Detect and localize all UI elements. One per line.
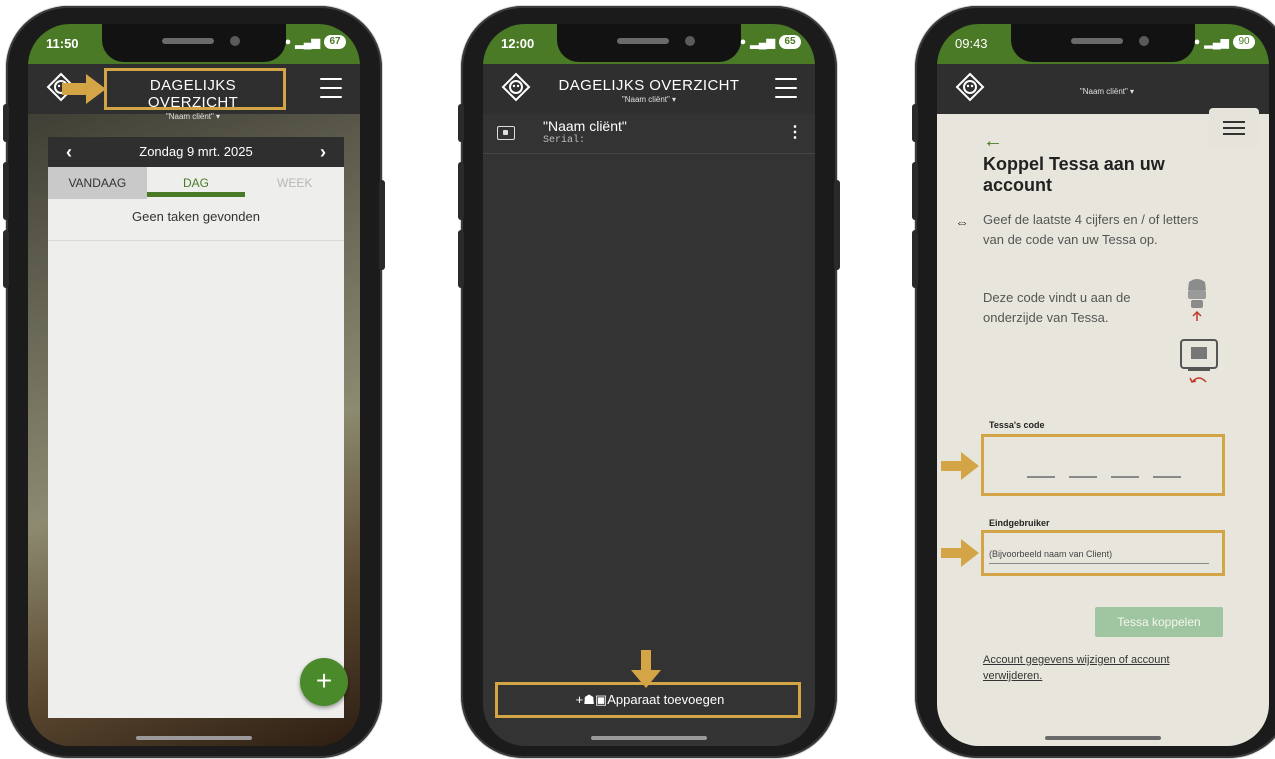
page-title: DAGELIJKS OVERZICHT <box>558 77 740 94</box>
tablet-device-icon <box>1180 339 1218 383</box>
task-card: ‹ Zondag 9 mrt. 2025 › VANDAAG DAG WEEK … <box>48 137 344 718</box>
arrow-right-icon <box>62 74 106 104</box>
date-navigator: ‹ Zondag 9 mrt. 2025 › <box>48 137 344 167</box>
date-label: Zondag 9 mrt. 2025 <box>139 144 253 159</box>
tessa-robot-icon <box>1188 279 1206 321</box>
notch <box>557 24 741 62</box>
arrow-right-icon <box>941 539 979 567</box>
home-indicator <box>591 736 707 740</box>
account-settings-link[interactable]: Account gegevens wijzigen of account ver… <box>983 652 1213 684</box>
signal-icon: ▂▄▆ <box>1204 36 1229 49</box>
add-task-button[interactable]: + <box>300 658 348 706</box>
tessa-logo-icon[interactable] <box>501 72 531 102</box>
more-options-icon[interactable]: ⋮ <box>787 122 803 142</box>
code-highlight <box>981 434 1225 496</box>
tab-dag[interactable]: DAG <box>146 167 246 199</box>
status-time: 12:00 <box>501 36 535 51</box>
chevron-right-icon[interactable]: › <box>320 137 326 167</box>
instruction-text: Geef de laatste 4 cijfers en / of letter… <box>983 212 1199 247</box>
home-indicator <box>1045 736 1161 740</box>
status-time: 11:50 <box>46 36 79 51</box>
phone-2: 12:00 ● ▂▄▆ 65 DAGELIJKS OVERZICHT "Naam… <box>458 6 840 758</box>
empty-message: Geen taken gevonden <box>48 199 344 241</box>
title-highlight <box>104 68 286 110</box>
phone-2-screen: 12:00 ● ▂▄▆ 65 DAGELIJKS OVERZICHT "Naam… <box>483 24 815 746</box>
arrow-right-icon <box>941 452 979 480</box>
status-icons: ● ▂▄▆ 67 <box>285 35 346 49</box>
battery-icon: 67 <box>324 35 346 49</box>
home-indicator <box>136 736 252 740</box>
client-selector[interactable]: "Naam cliënt" ▾ <box>1047 86 1167 96</box>
status-icons: ● ▂▄▆ 65 <box>740 35 801 49</box>
app-bar: DAGELIJKS OVERZICHT "Naam cliënt" ▾ <box>483 64 815 114</box>
status-time: 09:43 <box>955 36 988 51</box>
link-tessa-button[interactable]: Tessa koppelen <box>1095 607 1223 637</box>
tablet-icon <box>497 126 515 140</box>
battery-icon: 90 <box>1233 35 1255 49</box>
phone-3-screen: 09:43 ● ▂▄▆ 90 "Naam cliënt" ▾ ← Koppel … <box>937 24 1269 746</box>
device-list-item[interactable]: "Naam cliënt" Serial: ⋮ <box>483 114 815 154</box>
view-tabs: VANDAAG DAG WEEK <box>48 167 344 199</box>
code-label: Tessa's code <box>989 420 1045 430</box>
phone-1-screen: 11:50 ● ▂▄▆ 67 DAGELIJKS OVERZICHT "Naam… <box>28 24 360 746</box>
client-selector[interactable]: "Naam cliënt" ▾ <box>110 112 276 121</box>
device-name: "Naam cliënt" <box>543 118 627 134</box>
arrow-down-icon <box>631 650 661 688</box>
link-icon: ⇔ <box>955 214 969 230</box>
form-title: Koppel Tessa aan uw account <box>983 154 1165 195</box>
end-user-label: Eindgebruiker <box>989 518 1050 528</box>
code-location-text: Deze code vindt u aan de onderzijde van … <box>983 290 1131 325</box>
menu-icon[interactable] <box>775 78 797 98</box>
tessa-logo-icon[interactable] <box>955 72 985 102</box>
notch <box>102 24 286 62</box>
tab-vandaag[interactable]: VANDAAG <box>48 167 147 199</box>
battery-icon: 65 <box>779 35 801 49</box>
signal-icon: ▂▄▆ <box>750 36 775 49</box>
menu-icon[interactable] <box>1209 108 1259 148</box>
tutorial-stage: 11:50 ● ▂▄▆ 67 DAGELIJKS OVERZICHT "Naam… <box>0 0 1275 759</box>
chevron-left-icon[interactable]: ‹ <box>66 137 72 167</box>
phone-1: 11:50 ● ▂▄▆ 67 DAGELIJKS OVERZICHT "Naam… <box>3 6 385 758</box>
app-title[interactable]: DAGELIJKS OVERZICHT "Naam cliënt" ▾ <box>557 77 741 104</box>
phone-3: 09:43 ● ▂▄▆ 90 "Naam cliënt" ▾ ← Koppel … <box>912 6 1275 758</box>
status-icons: ● ▂▄▆ 90 <box>1194 35 1255 49</box>
device-serial: Serial: <box>543 135 586 146</box>
tab-week[interactable]: WEEK <box>245 167 344 199</box>
app-bar: "Naam cliënt" ▾ <box>937 64 1269 148</box>
end-user-highlight <box>981 530 1225 576</box>
back-arrow-icon[interactable]: ← <box>983 130 1003 153</box>
client-selector[interactable]: "Naam cliënt" ▾ <box>557 95 741 104</box>
menu-icon[interactable] <box>320 78 342 98</box>
notch <box>1011 24 1195 62</box>
signal-icon: ▂▄▆ <box>295 36 320 49</box>
